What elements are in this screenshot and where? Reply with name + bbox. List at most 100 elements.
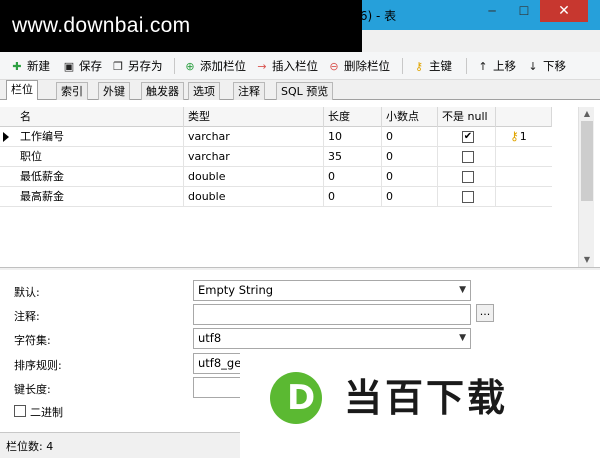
insert-column-label: 插入栏位 <box>272 59 318 73</box>
charset-label: 字符集: <box>14 334 51 347</box>
delete-column-label: 删除栏位 <box>344 59 390 73</box>
new-button[interactable]: ✚ 新建 <box>10 56 50 76</box>
cell-decimals[interactable]: 0 <box>382 147 438 167</box>
cell-type[interactable]: double <box>184 167 324 187</box>
cell-name[interactable]: 职位 <box>16 147 184 167</box>
watermark-banner: www.downbai.com <box>0 0 362 52</box>
scroll-down-icon[interactable]: ▼ <box>579 253 595 267</box>
tab-sql-preview[interactable]: SQL 预览 <box>276 82 334 100</box>
header-length[interactable]: 长度 <box>324 107 382 127</box>
cell-type[interactable]: double <box>184 187 324 207</box>
binary-label: 二进制 <box>30 406 63 419</box>
header-key[interactable] <box>496 107 552 127</box>
arrow-up-icon: ↑ <box>478 59 488 73</box>
save-button[interactable]: ▣ 保存 <box>62 56 102 76</box>
cell-type[interactable]: varchar <box>184 127 324 147</box>
key-icon: ⚷ <box>414 59 424 73</box>
tab-triggers[interactable]: 触发器 <box>141 82 184 100</box>
tab-strip: 栏位 索引 外键 触发器 选项 注释 SQL 预览 <box>0 80 600 101</box>
toolbar-separator <box>174 58 175 74</box>
primary-key-flag: ⚷ 1 <box>510 129 527 143</box>
cell-name[interactable]: 最低薪金 <box>16 167 184 187</box>
scroll-thumb[interactable] <box>581 121 593 201</box>
cell-length[interactable]: 10 <box>324 127 382 147</box>
key-order: 1 <box>519 129 527 143</box>
logo-letter: D <box>287 378 316 418</box>
grid-header: 名 类型 长度 小数点 不是 null <box>0 107 552 127</box>
save-as-icon: ❐ <box>113 59 123 73</box>
cell-length[interactable]: 0 <box>324 187 382 207</box>
table-row[interactable]: 职位 varchar 35 0 <box>0 147 552 167</box>
new-label: 新建 <box>27 59 50 73</box>
cell-name[interactable]: 最高薪金 <box>16 187 184 207</box>
tab-foreign-keys[interactable]: 外键 <box>98 82 130 100</box>
cell-decimals[interactable]: 0 <box>382 127 438 147</box>
not-null-checkbox[interactable]: ✔ <box>462 131 474 143</box>
move-down-button[interactable]: ↓ 下移 <box>526 56 566 76</box>
cell-length[interactable]: 35 <box>324 147 382 167</box>
header-type[interactable]: 类型 <box>184 107 324 127</box>
header-name[interactable]: 名 <box>16 107 184 127</box>
save-as-label: 另存为 <box>128 59 163 73</box>
header-not-null[interactable]: 不是 null <box>438 107 496 127</box>
minimize-button[interactable]: ─ <box>474 0 510 22</box>
cell-decimals[interactable]: 0 <box>382 167 438 187</box>
add-column-label: 添加栏位 <box>200 59 246 73</box>
save-as-button[interactable]: ❐ 另存为 <box>111 56 163 76</box>
table-row[interactable]: 工作编号 varchar 10 0 ✔ ⚷ 1 <box>0 127 552 147</box>
table-row[interactable]: 最高薪金 double 0 0 <box>0 187 552 207</box>
close-button[interactable]: ✕ <box>540 0 588 22</box>
window-title: .6) - 表 <box>356 9 397 23</box>
chevron-down-icon: ▼ <box>459 285 466 295</box>
tab-fields[interactable]: 栏位 <box>6 80 38 101</box>
header-decimals[interactable]: 小数点 <box>382 107 438 127</box>
tab-options[interactable]: 选项 <box>188 82 220 100</box>
not-null-checkbox[interactable] <box>462 191 474 203</box>
collation-value: utf8_ge <box>198 356 242 370</box>
field-grid: 名 类型 长度 小数点 不是 null 工作编号 varchar 10 0 ✔ … <box>0 100 600 268</box>
toolbar-separator <box>466 58 467 74</box>
not-null-checkbox[interactable] <box>462 171 474 183</box>
not-null-checkbox[interactable] <box>462 151 474 163</box>
charset-select[interactable]: utf8 ▼ <box>193 328 471 349</box>
cell-length[interactable]: 0 <box>324 167 382 187</box>
tab-indexes[interactable]: 索引 <box>56 82 88 100</box>
key-length-label: 键长度: <box>14 383 51 396</box>
arrow-down-icon: ↓ <box>528 59 538 73</box>
cell-type[interactable]: varchar <box>184 147 324 167</box>
insert-column-icon: → <box>257 59 267 73</box>
new-icon: ✚ <box>12 59 22 73</box>
charset-value: utf8 <box>198 331 222 345</box>
default-label: 默认: <box>14 286 40 299</box>
move-up-button[interactable]: ↑ 上移 <box>476 56 516 76</box>
delete-column-icon: ⊖ <box>329 59 339 73</box>
comment-edit-button[interactable]: ... <box>476 304 494 322</box>
scroll-up-icon[interactable]: ▲ <box>579 107 595 121</box>
primary-key-button[interactable]: ⚷ 主键 <box>412 56 452 76</box>
toolbar: ✚ 新建 ▣ 保存 ❐ 另存为 ⊕ 添加栏位 → 插入栏位 ⊖ 删除栏位 ⚷ 主… <box>0 52 600 80</box>
key-icon: ⚷ <box>510 129 519 143</box>
chevron-down-icon: ▼ <box>459 333 466 343</box>
logo-wordmark: 当百下载 <box>344 376 509 420</box>
field-count: 栏位数: 4 <box>6 440 54 453</box>
insert-column-button[interactable]: → 插入栏位 <box>255 56 318 76</box>
move-down-label: 下移 <box>543 59 566 73</box>
grid-scrollbar[interactable]: ▲ ▼ <box>578 107 594 267</box>
comment-input[interactable] <box>193 304 471 325</box>
add-column-button[interactable]: ⊕ 添加栏位 <box>183 56 246 76</box>
tab-comment[interactable]: 注释 <box>233 82 265 100</box>
logo-watermark: D 当百下载 <box>240 352 600 458</box>
move-up-label: 上移 <box>493 59 516 73</box>
cell-name[interactable]: 工作编号 <box>16 127 184 147</box>
maximize-button[interactable]: ☐ <box>506 0 542 22</box>
cell-decimals[interactable]: 0 <box>382 187 438 207</box>
toolbar-separator <box>402 58 403 74</box>
binary-checkbox[interactable] <box>14 405 26 417</box>
current-row-marker <box>3 132 9 142</box>
save-icon: ▣ <box>63 59 75 73</box>
delete-column-button[interactable]: ⊖ 删除栏位 <box>327 56 390 76</box>
default-select[interactable]: Empty String ▼ <box>193 280 471 301</box>
add-column-icon: ⊕ <box>185 59 195 73</box>
table-row[interactable]: 最低薪金 double 0 0 <box>0 167 552 187</box>
default-value: Empty String <box>198 283 274 297</box>
